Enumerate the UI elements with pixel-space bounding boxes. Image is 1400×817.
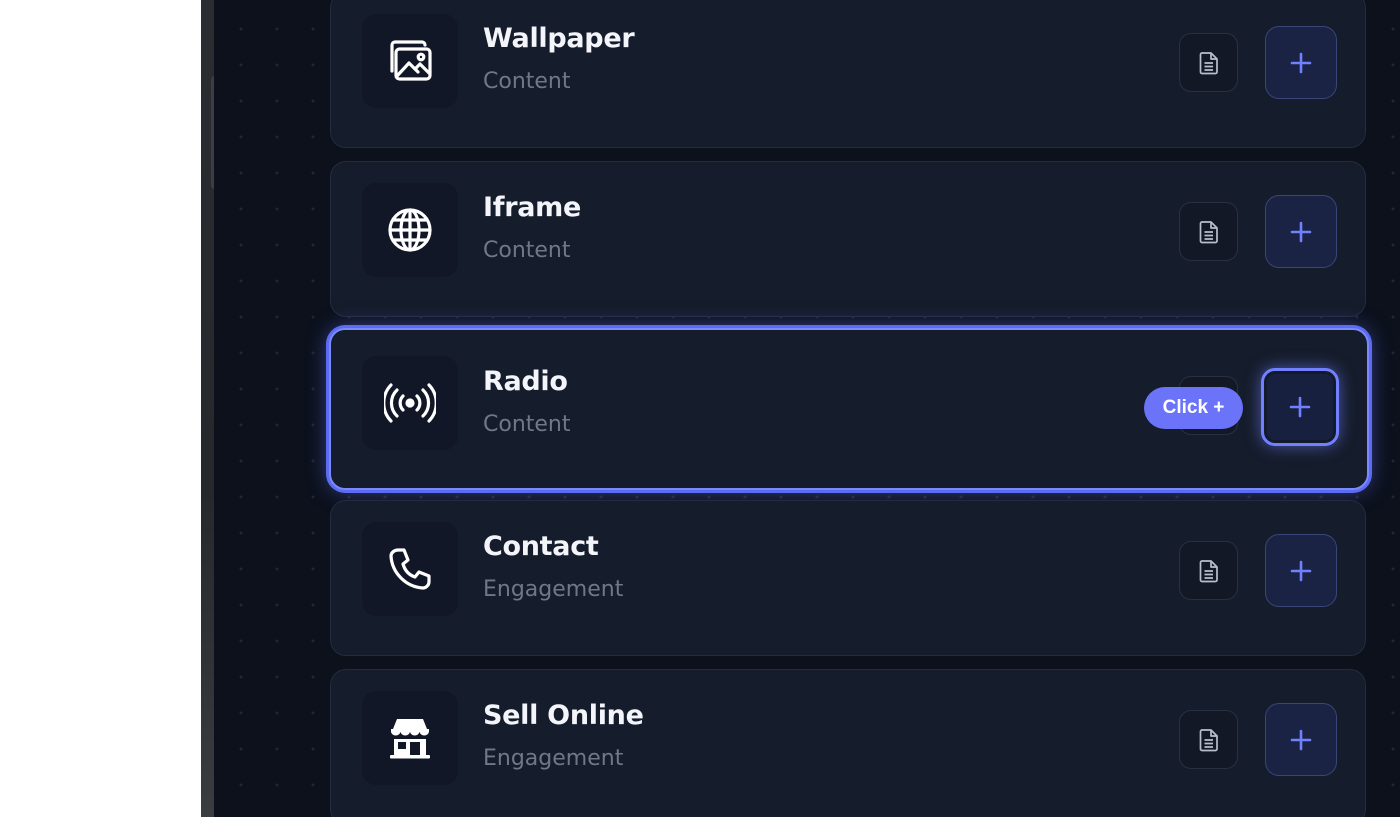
widget-title: Wallpaper (483, 23, 635, 54)
add-button[interactable] (1265, 703, 1337, 776)
plus-icon (1290, 221, 1312, 242)
globe-icon (388, 208, 432, 252)
widget-category: Content (483, 69, 571, 94)
widget-category: Content (483, 412, 571, 437)
widget-card-wallpaper[interactable]: Wallpaper Content (330, 0, 1366, 148)
details-button[interactable] (1179, 541, 1238, 600)
widget-card-contact[interactable]: Contact Engagement (330, 500, 1366, 656)
plus-icon (1289, 396, 1311, 418)
add-button[interactable] (1265, 26, 1337, 99)
document-icon (1199, 51, 1218, 74)
details-button[interactable] (1179, 710, 1238, 769)
phone-icon (389, 548, 431, 590)
document-icon (1199, 728, 1218, 751)
plus-icon (1290, 52, 1312, 73)
add-button[interactable] (1261, 368, 1339, 446)
widget-title: Iframe (483, 192, 581, 223)
widget-category: Content (483, 238, 571, 263)
widget-category: Engagement (483, 746, 624, 771)
widget-icon-tile (362, 14, 458, 108)
widget-title: Contact (483, 531, 599, 562)
plus-icon (1290, 560, 1312, 581)
add-button[interactable] (1265, 534, 1337, 607)
widget-card-sell-online[interactable]: Sell Online Engagement (330, 669, 1366, 817)
details-button[interactable] (1179, 202, 1238, 261)
plus-icon (1290, 729, 1312, 750)
add-button[interactable] (1265, 195, 1337, 268)
document-icon (1199, 559, 1218, 582)
widget-category: Engagement (483, 577, 624, 602)
broadcast-icon (384, 383, 436, 423)
widget-title: Radio (483, 366, 568, 397)
widget-icon-tile (362, 691, 458, 785)
widget-list: Wallpaper Content Iframe Content Radio C… (214, 0, 1400, 817)
image-icon (390, 40, 432, 81)
store-icon (390, 719, 430, 759)
widget-card-iframe[interactable]: Iframe Content (330, 161, 1366, 317)
widget-card-radio[interactable]: Radio Content Click + (329, 328, 1369, 490)
blank-panel (0, 0, 201, 817)
widget-icon-tile (362, 522, 458, 616)
widget-icon-tile (362, 183, 458, 277)
widget-title: Sell Online (483, 700, 644, 731)
click-hint-tooltip: Click + (1144, 387, 1243, 429)
document-icon (1199, 220, 1218, 243)
widget-icon-tile (362, 356, 458, 450)
details-button[interactable] (1179, 33, 1238, 92)
